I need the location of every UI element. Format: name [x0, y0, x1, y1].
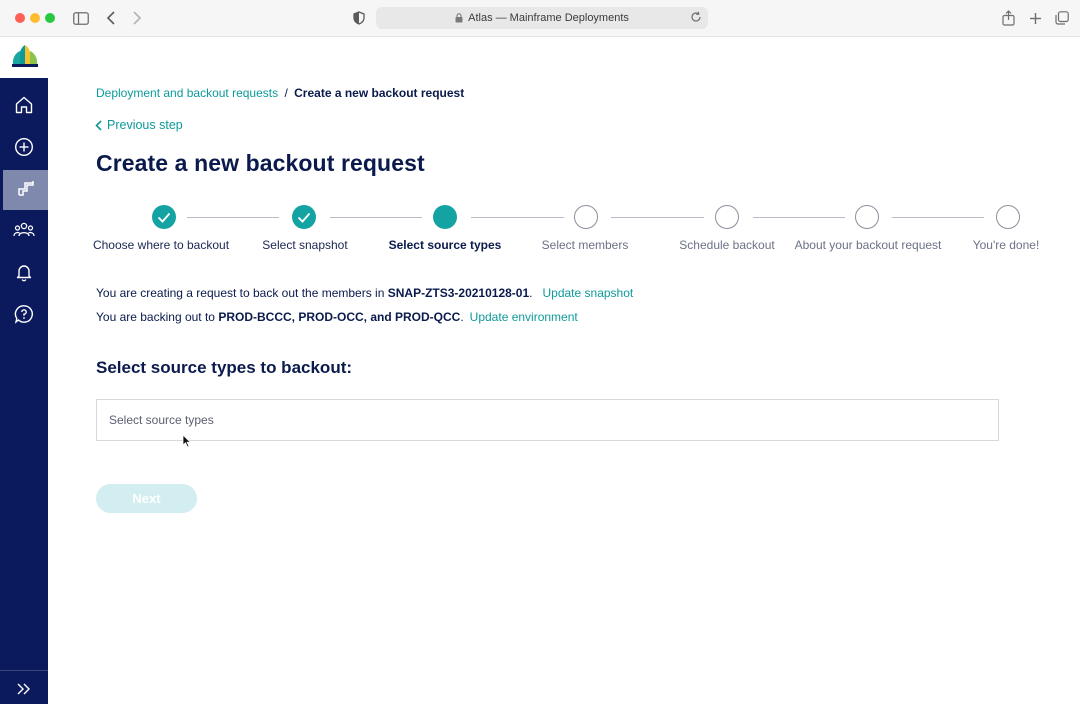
browser-toolbar: Atlas — Mainframe Deployments [0, 0, 1080, 37]
check-icon [157, 212, 171, 223]
previous-step-label: Previous step [107, 118, 183, 132]
step-5-indicator [715, 205, 739, 229]
lock-icon [455, 13, 463, 23]
environment-info: You are backing out to PROD-BCCC, PROD-O… [96, 310, 578, 324]
sidebar-toggle-icon[interactable] [72, 9, 90, 27]
progress-stepper: Choose where to backout Select snapshot … [0, 205, 1080, 255]
step-4-indicator [574, 205, 598, 229]
environment-names: PROD-BCCC, PROD-OCC, and PROD-QCC [218, 310, 461, 324]
sidebar-item-help[interactable] [0, 296, 48, 336]
snapshot-info: You are creating a request to back out t… [96, 286, 633, 300]
snapshot-info-text: You are creating a request to back out t… [96, 286, 388, 300]
home-icon [14, 95, 34, 120]
step-connector [892, 217, 984, 218]
snapshot-name: SNAP-ZTS3-20210128-01 [387, 286, 530, 300]
mouse-pointer-icon [182, 434, 192, 453]
sidebar-divider [0, 670, 48, 671]
snapshot-info-suffix: . [529, 286, 533, 300]
environment-info-suffix: . [460, 310, 464, 324]
logo-area [0, 38, 48, 78]
previous-step-link[interactable]: Previous step [95, 118, 183, 132]
back-icon[interactable] [102, 9, 120, 27]
step-5-label: Schedule backout [679, 238, 775, 252]
tab-overview-icon[interactable] [1053, 9, 1071, 27]
environment-info-text: You are backing out to [96, 310, 219, 324]
step-3-indicator [433, 205, 457, 229]
check-icon [297, 212, 311, 223]
step-7-label: You're done! [972, 238, 1040, 252]
deployment-icon [16, 178, 36, 203]
forward-icon[interactable] [128, 9, 146, 27]
sidebar-item-notifications[interactable] [0, 254, 48, 294]
step-4-label: Select members [541, 238, 629, 252]
atlas-logo-icon[interactable] [12, 45, 38, 72]
share-icon[interactable] [999, 9, 1017, 27]
help-icon [14, 304, 34, 329]
step-2-label: Select snapshot [262, 238, 348, 252]
breadcrumb-separator: / [284, 86, 288, 100]
step-connector [753, 217, 845, 218]
sidebar-item-deployments[interactable] [3, 170, 48, 210]
chevron-left-icon [95, 119, 102, 131]
section-title: Select source types to backout: [96, 358, 353, 377]
minimize-window-button[interactable] [30, 13, 40, 23]
close-window-button[interactable] [15, 13, 25, 23]
breadcrumb-current: Create a new backout request [294, 86, 465, 100]
shield-privacy-icon[interactable] [350, 9, 368, 27]
reload-icon[interactable] [690, 11, 702, 23]
step-connector [611, 217, 704, 218]
address-bar-title: Atlas — Mainframe Deployments [468, 12, 629, 24]
step-3-label: Select source types [388, 238, 502, 252]
step-1-label: Choose where to backout [92, 238, 230, 252]
breadcrumb: Deployment and backout requests / Create… [96, 86, 464, 100]
address-bar[interactable]: Atlas — Mainframe Deployments [376, 7, 708, 29]
next-button[interactable]: Next [96, 484, 197, 513]
step-6-label: About your backout request [794, 238, 942, 252]
sidebar-nav [0, 78, 48, 704]
step-6-indicator [855, 205, 879, 229]
add-circle-icon [14, 137, 34, 162]
step-1-indicator [152, 205, 176, 229]
sidebar-item-create[interactable] [0, 129, 48, 169]
step-connector [330, 217, 422, 218]
source-types-select[interactable]: Select source types [96, 399, 999, 441]
step-connector [187, 217, 279, 218]
breadcrumb-parent-link[interactable]: Deployment and backout requests [96, 86, 278, 100]
bell-icon [14, 262, 34, 287]
source-types-placeholder: Select source types [109, 413, 214, 427]
new-tab-icon[interactable] [1026, 9, 1044, 27]
step-connector [471, 217, 564, 218]
step-7-indicator [996, 205, 1020, 229]
double-chevron-right-icon [16, 682, 32, 700]
update-environment-link[interactable]: Update environment [470, 310, 578, 324]
page-title: Create a new backout request [96, 150, 425, 176]
zoom-window-button[interactable] [45, 13, 55, 23]
sidebar-expand-button[interactable] [0, 678, 48, 704]
sidebar-item-home[interactable] [0, 87, 48, 127]
update-snapshot-link[interactable]: Update snapshot [542, 286, 633, 300]
step-2-indicator [292, 205, 316, 229]
